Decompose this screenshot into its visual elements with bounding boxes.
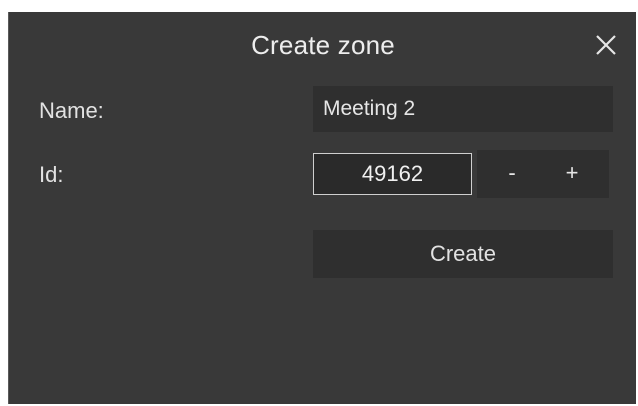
close-button[interactable] (593, 32, 619, 58)
id-stepper: - + (477, 150, 609, 198)
id-input[interactable]: 49162 (313, 153, 472, 195)
name-input[interactable]: Meeting 2 (313, 86, 613, 132)
id-label: Id: (39, 162, 64, 187)
close-icon (593, 32, 619, 58)
decrement-button[interactable]: - (492, 150, 532, 198)
name-label: Name: (39, 98, 104, 123)
increment-button[interactable]: + (552, 150, 592, 198)
create-zone-dialog: Create zone Name: Meeting 2 Id: 49162 - … (8, 12, 636, 404)
create-button[interactable]: Create (313, 230, 613, 278)
dialog-title: Create zone (251, 30, 395, 60)
